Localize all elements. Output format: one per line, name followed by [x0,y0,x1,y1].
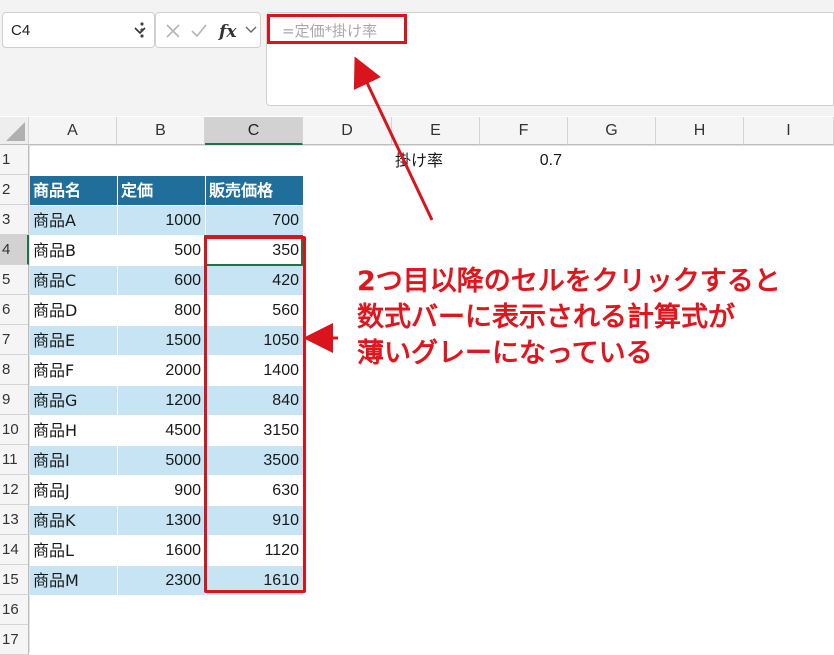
table-cell[interactable]: 2000 [118,356,205,385]
name-box-value: C4 [11,22,31,39]
row-header-11[interactable]: 11 [0,445,29,475]
select-all-button[interactable] [0,117,29,145]
row-header-16[interactable]: 16 [0,595,29,625]
table-cell[interactable]: 1300 [118,506,205,535]
table-cell[interactable]: 商品H [30,416,117,445]
annotation-line: 2つ目以降のセルをクリックすると [357,266,781,297]
chevron-down-icon[interactable] [244,23,258,37]
formula-buttons: fx [155,12,261,48]
param-label-cell[interactable]: 掛け率 [392,146,480,175]
table-header-cell[interactable]: 商品名 [30,176,117,205]
table-header-cell[interactable]: 定価 [118,176,205,205]
row-header-4[interactable]: 4 [0,235,29,265]
table-cell[interactable]: 1200 [118,386,205,415]
column-header-a[interactable]: A [29,117,117,145]
column-header-c[interactable]: C [205,117,303,145]
table-cell[interactable]: 商品E [30,326,117,355]
row-header-12[interactable]: 12 [0,475,29,505]
table-cell[interactable]: 4500 [118,416,205,445]
table-cell[interactable]: 商品B [30,236,117,265]
row-header-5[interactable]: 5 [0,265,29,295]
enter-check-icon[interactable] [190,22,208,40]
table-cell[interactable]: 商品K [30,506,117,535]
table-cell[interactable]: 商品J [30,476,117,505]
row-header-14[interactable]: 14 [0,535,29,565]
table-cell[interactable]: 800 [118,296,205,325]
annotation-line: 数式バーに表示される計算式が [357,302,735,333]
table-cell[interactable]: 900 [118,476,205,505]
table-cell[interactable]: 700 [206,206,303,235]
row-header-10[interactable]: 10 [0,415,29,445]
table-cell[interactable]: 商品I [30,446,117,475]
row-header-15[interactable]: 15 [0,565,29,595]
row-header-2[interactable]: 2 [0,175,29,205]
table-cell[interactable]: 1500 [118,326,205,355]
table-cell[interactable]: 1600 [118,536,205,565]
insert-function-icon[interactable]: fx [218,20,242,42]
more-options-icon[interactable] [139,20,145,40]
row-header-3[interactable]: 3 [0,205,29,235]
row-header-17[interactable]: 17 [0,625,29,655]
table-cell[interactable]: 商品A [30,206,117,235]
column-header-h[interactable]: H [656,117,744,145]
row-header-1[interactable]: 1 [0,145,29,175]
table-cell[interactable]: 商品F [30,356,117,385]
annotation-callout: 2つ目以降のセルをクリックすると 数式バーに表示される計算式が 薄いグレーになっ… [357,264,827,372]
table-cell[interactable]: 商品L [30,536,117,565]
highlight-box [204,236,306,593]
column-header-b[interactable]: B [117,117,205,145]
column-header-d[interactable]: D [303,117,392,145]
row-header-6[interactable]: 6 [0,295,29,325]
column-header-g[interactable]: G [568,117,656,145]
row-header-13[interactable]: 13 [0,505,29,535]
row-header-8[interactable]: 8 [0,355,29,385]
table-cell[interactable]: 5000 [118,446,205,475]
table-cell[interactable]: 2300 [118,566,205,595]
table-cell[interactable]: 商品C [30,266,117,295]
param-value-cell[interactable]: 0.7 [480,146,568,175]
select-all-triangle-icon [6,122,25,141]
table-cell[interactable]: 1000 [118,206,205,235]
row-header-7[interactable]: 7 [0,325,29,355]
svg-text:fx: fx [218,22,237,42]
table-cell[interactable]: 600 [118,266,205,295]
name-box[interactable]: C4 [2,12,155,48]
formula-text-highlight: =定価*掛け率 [267,14,407,44]
cancel-icon[interactable] [164,22,182,40]
table-cell[interactable]: 商品G [30,386,117,415]
table-cell[interactable]: 商品M [30,566,117,595]
row-header-9[interactable]: 9 [0,385,29,415]
table-header-cell[interactable]: 販売価格 [206,176,303,205]
table-cell[interactable]: 商品D [30,296,117,325]
column-header-f[interactable]: F [480,117,568,145]
table-cell[interactable]: 500 [118,236,205,265]
annotation-line: 薄いグレーになっている [357,338,653,369]
column-header-e[interactable]: E [392,117,480,145]
column-header-i[interactable]: I [744,117,834,145]
